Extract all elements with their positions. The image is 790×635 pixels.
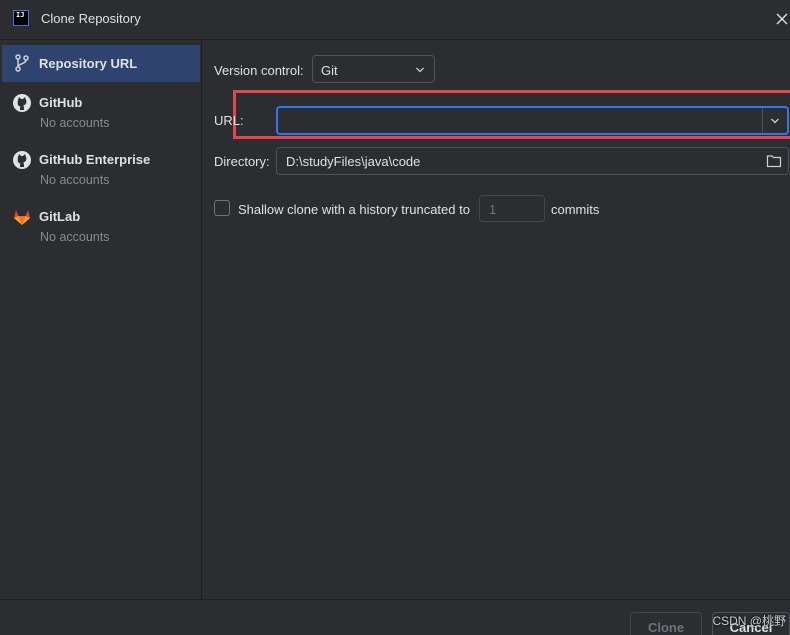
commits-count-value: 1 <box>489 202 497 217</box>
sidebar-item-github[interactable]: GitHub No accounts <box>2 87 200 137</box>
sidebar-item-github-enterprise[interactable]: GitHub Enterprise No accounts <box>2 144 200 194</box>
directory-value: D:\studyFiles\java\code <box>286 154 421 169</box>
clone-repository-dialog: IJ Clone Repository Repository URL GitHu… <box>0 0 790 635</box>
sidebar-item-repository-url[interactable]: Repository URL <box>2 45 200 82</box>
sidebar-item-label: GitHub <box>39 95 83 110</box>
gitlab-icon <box>14 210 30 225</box>
chevron-down-icon <box>416 67 424 73</box>
close-icon[interactable] <box>774 8 790 30</box>
sidebar-item-label: GitLab <box>39 209 81 224</box>
version-control-label: Version control: <box>214 63 304 78</box>
commits-label: commits <box>551 202 600 217</box>
sidebar-item-label: Repository URL <box>39 56 138 71</box>
version-control-value: Git <box>321 63 338 78</box>
version-control-select[interactable]: Git <box>312 55 435 83</box>
chevron-down-icon[interactable] <box>770 116 780 126</box>
sidebar-item-gitlab[interactable]: GitLab No accounts <box>2 201 200 251</box>
dialog-footer: Clone Cancel CSDN @桃野 <box>0 599 790 635</box>
app-icon-text: IJ <box>16 11 25 19</box>
sidebar-item-subtitle: No accounts <box>40 116 110 130</box>
directory-input[interactable]: D:\studyFiles\java\code <box>276 147 789 175</box>
sidebar-item-subtitle: No accounts <box>40 173 110 187</box>
shallow-clone-checkbox[interactable] <box>214 200 230 216</box>
url-label: URL: <box>214 113 244 128</box>
git-branch-icon <box>15 54 29 72</box>
window-title: Clone Repository <box>41 11 141 26</box>
sidebar: Repository URL GitHub No accounts GitHub… <box>0 41 202 599</box>
github-icon <box>13 151 31 169</box>
sidebar-item-subtitle: No accounts <box>40 230 110 244</box>
github-icon <box>13 94 31 112</box>
sidebar-item-label: GitHub Enterprise <box>39 152 151 167</box>
directory-label: Directory: <box>214 154 270 169</box>
title-bar: IJ Clone Repository <box>0 0 790 40</box>
folder-icon[interactable] <box>766 154 782 168</box>
commits-count-input[interactable]: 1 <box>479 195 545 222</box>
intellij-app-icon: IJ <box>13 10 29 26</box>
watermark-text: CSDN @桃野 <box>712 614 786 628</box>
url-input[interactable] <box>276 106 789 135</box>
shallow-clone-label: Shallow clone with a history truncated t… <box>238 202 470 217</box>
main-panel: Version control: Git URL: Directory: D:\… <box>202 41 790 599</box>
url-dropdown-divider <box>762 108 763 133</box>
clone-button[interactable]: Clone <box>630 612 702 635</box>
